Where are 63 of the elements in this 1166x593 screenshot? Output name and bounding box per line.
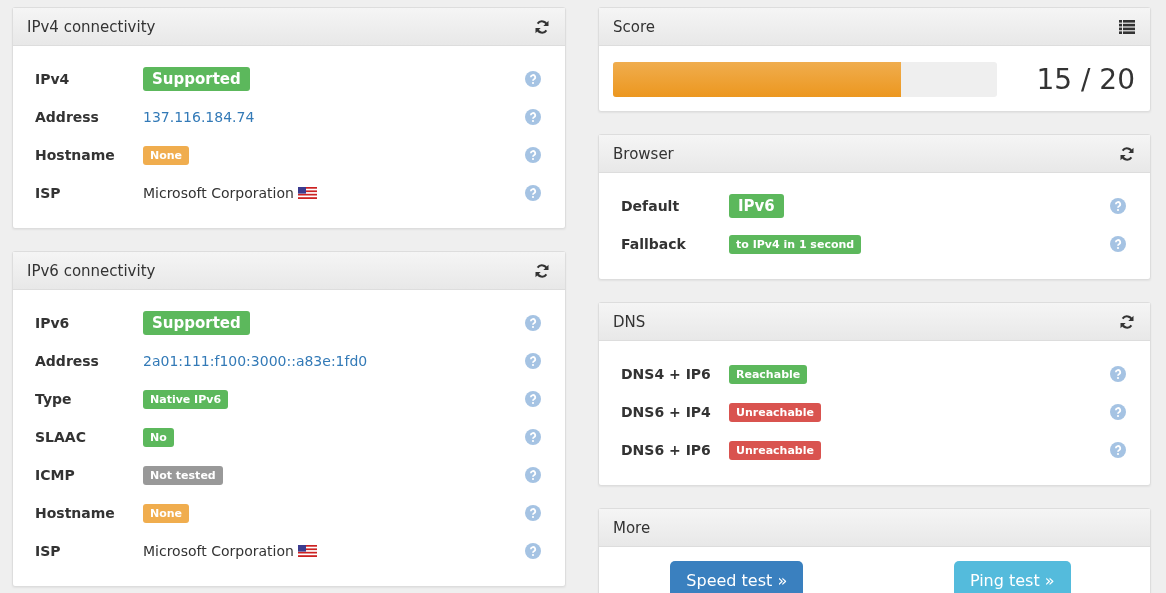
help-icon[interactable]	[1110, 442, 1126, 458]
row-label: Type	[35, 391, 73, 407]
refresh-icon[interactable]	[1119, 313, 1135, 330]
panel-title: Browser	[613, 144, 674, 163]
address-link[interactable]: 2a01:111:f100:3000::a83e:1fd0	[143, 353, 368, 369]
row-label: DNS6 + IP4	[621, 404, 712, 420]
row-label: Default	[621, 198, 681, 214]
row-label: Hostname	[35, 147, 116, 163]
help-icon[interactable]	[525, 505, 541, 521]
list-icon[interactable]	[1119, 19, 1135, 34]
test-button[interactable]: Speed test »	[670, 561, 804, 593]
panel-title: IPv4 connectivity	[27, 17, 156, 36]
row-label: Hostname	[35, 505, 116, 521]
status-label: Unreachable	[729, 402, 821, 422]
refresh-icon[interactable]	[534, 262, 550, 279]
status-label: None	[143, 503, 190, 523]
status-label: Reachable	[729, 364, 808, 384]
panel-title: More	[613, 518, 651, 537]
row-label: DNS6 + IP6	[621, 442, 712, 458]
flag-icon	[297, 545, 317, 557]
refresh-icon[interactable]	[534, 18, 550, 35]
help-icon[interactable]	[525, 543, 541, 559]
status-label: Not tested	[143, 465, 223, 485]
row-label: ISP	[35, 543, 62, 559]
status-label: IPv6	[729, 194, 784, 218]
address-link[interactable]: 137.116.184.74	[143, 109, 255, 125]
status-label: None	[143, 145, 190, 165]
score-value: 15 / 20	[1035, 63, 1135, 96]
panel-title: DNS	[613, 312, 646, 331]
row-label: ISP	[35, 185, 62, 201]
status-label: Native IPv6	[143, 389, 229, 409]
help-icon[interactable]	[1110, 236, 1126, 252]
panel-title: Score	[613, 17, 655, 36]
status-label: No	[143, 427, 174, 447]
help-icon[interactable]	[1110, 198, 1126, 214]
row-label: DNS4 + IP6	[621, 366, 712, 382]
help-icon[interactable]	[1110, 366, 1126, 382]
help-icon[interactable]	[525, 71, 541, 87]
help-icon[interactable]	[525, 185, 541, 201]
help-icon[interactable]	[525, 429, 541, 445]
status-label: to IPv4 in 1 second	[729, 234, 862, 254]
help-icon[interactable]	[525, 315, 541, 331]
status-label: Supported	[143, 311, 250, 335]
status-label: Supported	[143, 67, 250, 91]
help-icon[interactable]	[525, 109, 541, 125]
help-icon[interactable]	[1110, 404, 1126, 420]
row-label: IPv4	[35, 71, 71, 87]
isp-name: Microsoft Corporation	[143, 543, 294, 559]
refresh-icon[interactable]	[1119, 145, 1135, 162]
help-icon[interactable]	[525, 391, 541, 407]
row-label: ICMP	[35, 467, 76, 483]
row-label: SLAAC	[35, 429, 87, 445]
row-label: Address	[35, 353, 100, 369]
isp-name: Microsoft Corporation	[143, 185, 294, 201]
help-icon[interactable]	[525, 147, 541, 163]
help-icon[interactable]	[525, 467, 541, 483]
row-label: IPv6	[35, 315, 71, 331]
row-label: Fallback	[621, 236, 687, 252]
help-icon[interactable]	[525, 353, 541, 369]
flag-icon	[297, 187, 317, 199]
status-label: Unreachable	[729, 440, 821, 460]
panel-title: IPv6 connectivity	[27, 261, 156, 280]
row-label: Address	[35, 109, 100, 125]
